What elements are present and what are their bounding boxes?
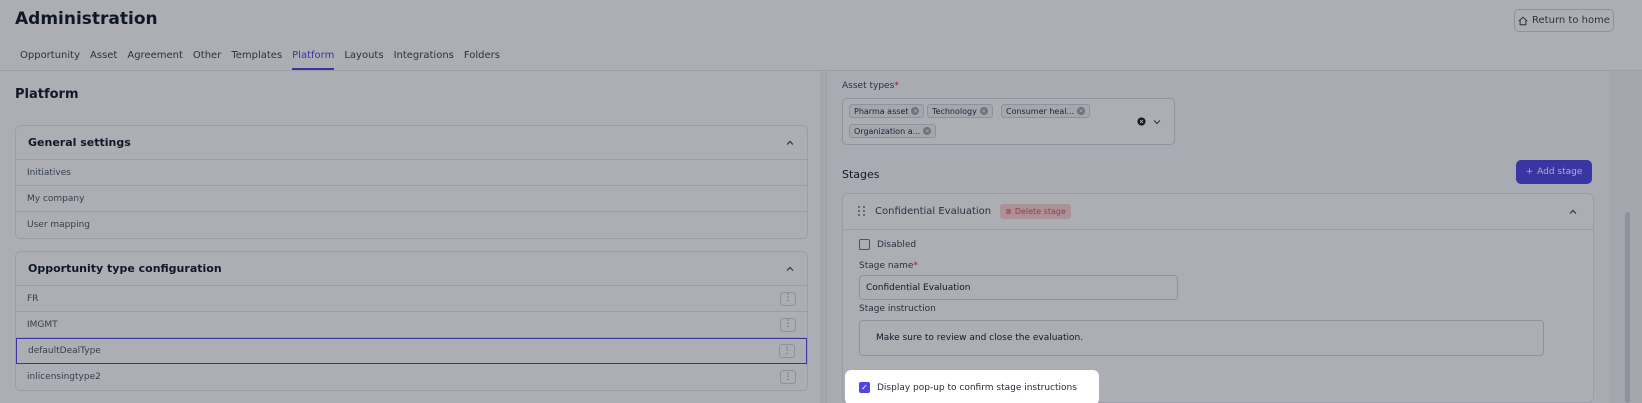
- remove-chip-icon[interactable]: ✕: [1077, 107, 1086, 115]
- disabled-option[interactable]: Disabled: [859, 239, 916, 250]
- more-icon[interactable]: ⋮: [779, 344, 795, 358]
- tab-layouts[interactable]: Layouts: [344, 50, 383, 70]
- stage-instruction-input[interactable]: Make sure to review and close the evalua…: [859, 320, 1544, 356]
- stage-instruction-value: Make sure to review and close the evalua…: [876, 333, 1084, 343]
- list-item[interactable]: My company: [16, 186, 807, 212]
- tab-platform[interactable]: Platform: [292, 50, 335, 70]
- home-icon: [1518, 16, 1528, 25]
- stages-title: Stages: [842, 168, 880, 181]
- list-item-label: IMGMT: [27, 319, 58, 330]
- list-item-label: defaultDealType: [28, 346, 101, 356]
- delete-icon: ⊗: [1005, 207, 1012, 216]
- list-item-label: FR: [27, 293, 39, 304]
- list-item-label: User mapping: [27, 220, 90, 230]
- remove-chip-icon[interactable]: ✕: [911, 107, 920, 115]
- return-label: Return to home: [1532, 15, 1610, 26]
- tab-opportunity[interactable]: Opportunity: [20, 50, 80, 70]
- chip-label: Technology: [932, 106, 977, 116]
- asset-types-select[interactable]: Pharma asset ✕ Technology ✕ Consumer heal.…: [842, 98, 1175, 145]
- drag-handle-icon[interactable]: [858, 205, 866, 218]
- more-icon[interactable]: ⋮: [780, 317, 796, 332]
- stage-instruction-label: Stage instruction: [859, 304, 936, 314]
- tab-asset[interactable]: Asset: [90, 50, 117, 70]
- list-item[interactable]: IMGMT ⋮: [16, 312, 807, 338]
- general-settings-card: General settings Initiatives My company …: [15, 125, 808, 239]
- settings-list-panel: Platform General settings Initiatives My…: [0, 71, 820, 403]
- page-title: Administration: [15, 9, 158, 29]
- opportunity-type-card: Opportunity type configuration FR ⋮ IMGMT…: [15, 251, 808, 391]
- asset-type-chip: Consumer heal... ✕: [1001, 104, 1091, 118]
- popup-confirm-checkbox[interactable]: ✓: [859, 382, 870, 393]
- return-to-home-button[interactable]: Return to home: [1514, 9, 1614, 32]
- tab-integrations[interactable]: Integrations: [394, 50, 454, 70]
- chevron-up-icon[interactable]: [1568, 207, 1578, 217]
- clear-all-icon[interactable]: [1137, 117, 1146, 126]
- chevron-up-icon[interactable]: [785, 264, 795, 274]
- chip-label: Organization a...: [854, 126, 921, 136]
- popup-confirm-option[interactable]: ✓ Display pop-up to confirm stage instru…: [847, 372, 1097, 403]
- stage-header[interactable]: Confidential Evaluation ⊗ Delete stage: [843, 194, 1593, 230]
- chip-label: Consumer heal...: [1006, 106, 1075, 116]
- tab-other[interactable]: Other: [193, 50, 221, 70]
- stage-config-panel: Asset types* Pharma asset ✕ Technology ✕ C…: [826, 71, 1609, 403]
- required-marker: *: [894, 81, 899, 91]
- asset-type-chip: Pharma asset ✕: [849, 104, 925, 118]
- card-title: Opportunity type configuration: [28, 262, 222, 275]
- more-icon[interactable]: ⋮: [780, 291, 796, 306]
- asset-types-label: Asset types*: [842, 81, 899, 91]
- disabled-label: Disabled: [877, 239, 917, 250]
- scrollbar[interactable]: [1625, 212, 1630, 403]
- remove-chip-icon[interactable]: ✕: [923, 127, 932, 135]
- stage-title: Confidential Evaluation: [875, 206, 992, 217]
- remove-chip-icon[interactable]: ✕: [979, 107, 988, 115]
- list-item[interactable]: Initiatives: [16, 160, 807, 186]
- plus-icon: +: [1525, 167, 1534, 177]
- list-item-label: inlicensingtype2: [27, 372, 101, 382]
- admin-tabs: Opportunity Asset Agreement Other Templa…: [20, 50, 510, 70]
- stage-name-label-text: Stage name: [859, 261, 914, 271]
- required-marker: *: [913, 261, 918, 271]
- asset-types-label-text: Asset types: [842, 81, 895, 91]
- asset-type-chip: Organization a... ✕: [849, 124, 937, 138]
- add-stage-label: Add stage: [1537, 167, 1583, 177]
- stage-name-value: Confidential Evaluation: [866, 282, 971, 293]
- add-stage-button[interactable]: + Add stage: [1516, 160, 1592, 184]
- card-title: General settings: [28, 136, 131, 149]
- tab-templates[interactable]: Templates: [231, 50, 282, 70]
- popup-confirm-label: Display pop-up to confirm stage instruct…: [877, 382, 1077, 393]
- chevron-up-icon[interactable]: [785, 138, 795, 148]
- top-bar: Administration Return to home Opportunit…: [0, 0, 1642, 70]
- list-item-label: Initiatives: [27, 167, 71, 178]
- stage-name-input[interactable]: Confidential Evaluation: [859, 275, 1178, 300]
- opportunity-type-header[interactable]: Opportunity type configuration: [16, 252, 807, 286]
- tab-agreement[interactable]: Agreement: [127, 50, 183, 70]
- list-item-selected[interactable]: defaultDealType ⋮: [16, 338, 807, 364]
- chevron-down-icon[interactable]: [1152, 117, 1162, 127]
- delete-stage-label: Delete stage: [1014, 207, 1066, 216]
- list-item[interactable]: User mapping: [16, 212, 807, 238]
- delete-stage-button[interactable]: ⊗ Delete stage: [1000, 204, 1071, 219]
- list-item-label: My company: [27, 193, 85, 204]
- section-title: Platform: [15, 87, 79, 102]
- tab-folders[interactable]: Folders: [464, 50, 500, 70]
- asset-type-chip: Technology ✕: [927, 104, 993, 118]
- list-item[interactable]: FR ⋮: [16, 286, 807, 312]
- disabled-checkbox[interactable]: [859, 239, 870, 250]
- more-icon[interactable]: ⋮: [780, 370, 796, 384]
- list-item[interactable]: inlicensingtype2 ⋮: [16, 364, 807, 390]
- chip-label: Pharma asset: [854, 106, 909, 116]
- stage-name-label: Stage name*: [859, 261, 918, 271]
- general-settings-header[interactable]: General settings: [16, 126, 807, 160]
